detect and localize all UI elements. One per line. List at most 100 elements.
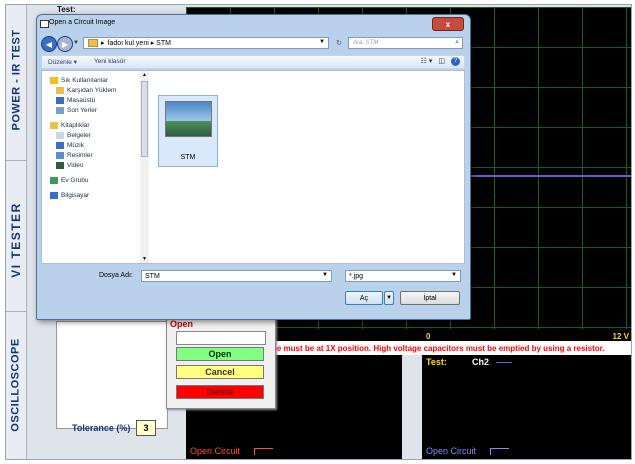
- image-thumbnail: [165, 101, 212, 137]
- nav-item-label: Video: [67, 162, 84, 170]
- folder-icon: [88, 39, 98, 47]
- main-window: POWER - IR TEST VI TESTER OSCILLOSCOPE T…: [5, 4, 632, 460]
- nav-item[interactable]: Kitaplıklar: [50, 122, 90, 129]
- video-icon: [56, 162, 64, 169]
- nav-item-label: Masaüstü: [67, 97, 96, 105]
- address-bar[interactable]: ▸ fadoı kul yeni ▸ STM ▼: [83, 37, 329, 49]
- chevron-down-icon[interactable]: ▼: [322, 272, 328, 278]
- open-file-dialog: Open a Circuit Image x ◀ ▶ ▼ ▸ fadoı kul…: [36, 14, 471, 320]
- tab-oscilloscope[interactable]: OSCILLOSCOPE: [6, 315, 26, 455]
- dialog-cancel-button[interactable]: İptal: [400, 291, 460, 305]
- open-panel-label: Open: [170, 319, 194, 329]
- tab-separator: [6, 311, 26, 312]
- back-arrow-icon: ◀: [45, 39, 53, 49]
- scroll-down-icon[interactable]: ▼: [142, 256, 147, 262]
- open-panel: Open Open Cancel Delete: [166, 316, 276, 409]
- mini-scope-title: Test:: [426, 357, 447, 367]
- side-tab-bar: POWER - IR TEST VI TESTER OSCILLOSCOPE: [6, 5, 27, 459]
- image-preview-box: [56, 321, 168, 429]
- navigation-bar: ◀ ▶ ▼ ▸ fadoı kul yeni ▸ STM ▼ ↻ Ara: ST…: [41, 36, 465, 52]
- close-icon: x: [445, 19, 451, 29]
- cancel-button[interactable]: Cancel: [176, 365, 264, 379]
- nav-item-label: Karşıdan Yüklem: [67, 87, 117, 95]
- help-icon[interactable]: ?: [451, 57, 460, 66]
- scroll-up-icon[interactable]: ▲: [142, 72, 147, 78]
- forward-button[interactable]: ▶: [57, 36, 73, 52]
- nav-scrollbar[interactable]: ▲ ▼: [140, 71, 149, 263]
- nav-item[interactable]: Karşıdan Yüklem: [56, 87, 116, 94]
- nav-item[interactable]: Masaüstü: [56, 97, 95, 104]
- file-name: STM: [180, 154, 196, 161]
- pictures-icon: [56, 152, 64, 159]
- dialog-open-button[interactable]: Aç: [345, 291, 383, 305]
- tolerance-label: Tolerance (%): [72, 423, 131, 433]
- open-split-dropdown[interactable]: ▼: [384, 291, 394, 305]
- libraries-icon: [50, 122, 58, 129]
- refresh-button[interactable]: ↻: [332, 37, 346, 49]
- open-button[interactable]: Open: [176, 347, 264, 361]
- file-item-stm[interactable]: STM: [158, 95, 218, 167]
- recent-places-icon: [56, 107, 64, 114]
- nav-item-label: Resimler: [67, 152, 93, 160]
- nav-item-label: Son Yerler: [67, 107, 97, 115]
- new-folder-button[interactable]: Yeni klasör: [94, 58, 126, 65]
- homegroup-icon: [50, 177, 58, 184]
- status-text: Open Circuit: [190, 446, 241, 456]
- channel-legend-line: [496, 362, 512, 363]
- nav-item-label: Belgeler: [67, 132, 91, 140]
- nav-item[interactable]: Sık Kullanılanlar: [50, 77, 108, 84]
- forward-arrow-icon: ▶: [61, 39, 69, 49]
- nav-item[interactable]: Belgeler: [56, 132, 91, 139]
- nav-item[interactable]: Bilgisayar: [50, 192, 89, 199]
- dialog-close-button[interactable]: x: [432, 17, 464, 31]
- dialog-body: Sık Kullanılanlar Karşıdan Yüklem Masaüstü…: [41, 70, 465, 264]
- view-controls: ☷ ▾ ◫ ?: [421, 57, 460, 66]
- ground-symbol-icon: [490, 448, 510, 456]
- test-label: Test:: [57, 5, 76, 14]
- nav-item[interactable]: Ev Grubu: [50, 177, 88, 184]
- navigation-pane: Sık Kullanılanlar Karşıdan Yüklem Masaüstü…: [42, 71, 141, 263]
- nav-item[interactable]: Müzik: [56, 142, 84, 149]
- history-dropdown-icon[interactable]: ▼: [73, 40, 79, 46]
- star-icon: [50, 77, 58, 84]
- filename-input[interactable]: STM ▼: [141, 270, 332, 282]
- nav-item-label: Kitaplıklar: [61, 122, 90, 130]
- delete-button[interactable]: Delete: [176, 385, 264, 399]
- status-text: Open Circuit: [426, 446, 477, 456]
- back-button[interactable]: ◀: [41, 36, 57, 52]
- music-icon: [56, 142, 64, 149]
- desktop-icon: [56, 97, 64, 104]
- dialog-title: Open a Circuit Image: [49, 19, 116, 26]
- preview-pane-icon[interactable]: ◫: [438, 57, 445, 66]
- search-input[interactable]: Ara: STM ⌕: [348, 37, 463, 49]
- open-circuit-status: Open Circuit: [190, 446, 274, 456]
- view-menu-icon[interactable]: ☷ ▾: [421, 57, 433, 66]
- warning-text: be must be at 1X position. High voltage …: [272, 344, 605, 353]
- nav-item[interactable]: Video: [56, 162, 84, 169]
- scroll-thumb[interactable]: [141, 81, 148, 157]
- chevron-down-icon: ▼: [386, 295, 392, 301]
- ground-symbol-icon: [254, 448, 274, 456]
- filetype-select[interactable]: *.jpg ▼: [345, 270, 461, 282]
- open-circuit-status: Open Circuit: [426, 446, 510, 456]
- refresh-icon: ↻: [336, 40, 342, 47]
- organize-menu[interactable]: Düzenle ▾: [48, 58, 77, 66]
- search-placeholder: Ara: STM: [353, 40, 379, 46]
- tab-vi-tester[interactable]: VI TESTER: [6, 165, 26, 315]
- tolerance-input[interactable]: 3: [136, 420, 156, 436]
- chevron-down-icon[interactable]: ▼: [319, 39, 325, 45]
- nav-item-label: Sık Kullanılanlar: [61, 77, 108, 85]
- filename-label: Dosya Adı:: [99, 272, 133, 279]
- tab-power-ir-test[interactable]: POWER - IR TEST: [6, 5, 26, 155]
- nav-item[interactable]: Resimler: [56, 152, 93, 159]
- channel-label: Ch2: [472, 357, 490, 367]
- filetype-value: *.jpg: [349, 272, 364, 280]
- axis-end-label: 12 V: [612, 332, 629, 341]
- axis-start-label: 0: [426, 332, 431, 341]
- open-name-input[interactable]: [176, 331, 266, 345]
- tab-separator: [6, 160, 26, 161]
- nav-item[interactable]: Son Yerler: [56, 107, 97, 114]
- chevron-down-icon[interactable]: ▼: [451, 272, 457, 278]
- address-text: fadoı kul yeni ▸ STM: [107, 40, 171, 47]
- search-icon[interactable]: ⌕: [455, 39, 459, 47]
